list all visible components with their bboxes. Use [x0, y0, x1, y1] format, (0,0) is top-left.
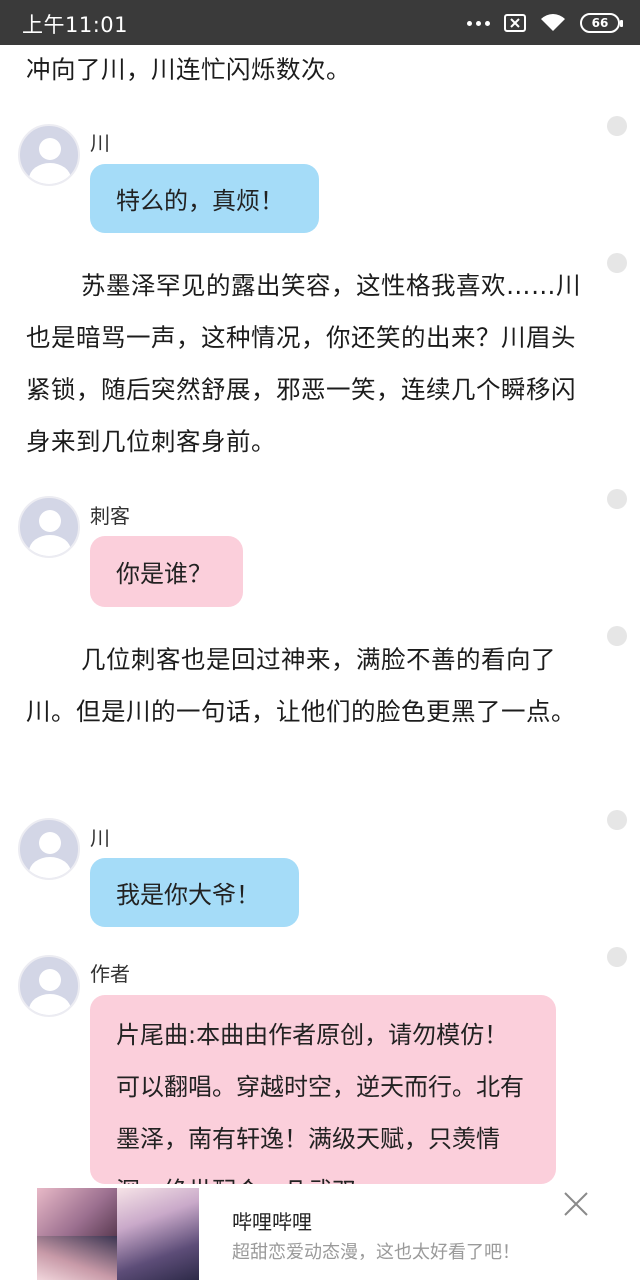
speaker-name: 作者	[90, 962, 130, 986]
chat-bubble[interactable]: 片尾曲:本曲由作者原创，请勿模仿！可以翻唱。穿越时空，逆天而行。北有墨泽，南有轩…	[90, 995, 556, 1184]
narration-paragraph[interactable]: 冲向了川，川连忙闪烁数次。	[26, 44, 596, 96]
default-avatar-icon	[18, 124, 80, 186]
narration-paragraph[interactable]: 几位刺客也是回过神来，满脸不善的看向了川。但是川的一句话，让他们的脸色更黑了一点…	[26, 634, 596, 738]
status-bar: 上午11:01 66	[0, 0, 640, 45]
default-avatar-icon	[18, 955, 80, 1017]
more-dots-icon	[467, 20, 490, 26]
no-sim-icon	[504, 14, 526, 32]
chat-bubble[interactable]: 你是谁？	[90, 536, 243, 607]
chat-bubble[interactable]: 我是你大爷！	[90, 858, 299, 927]
default-avatar-icon	[18, 496, 80, 558]
close-icon[interactable]	[561, 1189, 591, 1219]
ad-banner[interactable]: 哔哩哔哩 超甜恋爱动态漫，这也太好看了吧！	[0, 1184, 640, 1280]
ad-description[interactable]: 超甜恋爱动态漫，这也太好看了吧！	[232, 1238, 520, 1264]
speaker-name: 川	[90, 826, 110, 850]
comment-dot[interactable]	[607, 626, 627, 646]
wifi-icon	[541, 14, 565, 31]
comment-dot[interactable]	[607, 810, 627, 830]
speaker-name: 川	[90, 131, 110, 155]
comment-dot[interactable]	[607, 947, 627, 967]
comment-dot[interactable]	[607, 116, 627, 136]
battery-icon: 66	[580, 13, 623, 33]
ad-title[interactable]: 哔哩哔哩	[232, 1206, 312, 1235]
default-avatar-icon	[18, 818, 80, 880]
speaker-name: 刺客	[90, 504, 130, 528]
narration-paragraph[interactable]: 苏墨泽罕见的露出笑容，这性格我喜欢……川也是暗骂一声，这种情况，你还笑的出来？川…	[26, 260, 596, 468]
comment-dot[interactable]	[607, 253, 627, 273]
battery-level: 66	[591, 16, 609, 30]
status-icons: 66	[467, 10, 623, 36]
comment-dot[interactable]	[607, 489, 627, 509]
status-time: 上午11:01	[22, 13, 129, 37]
chat-bubble[interactable]: 特么的，真烦！	[90, 164, 319, 233]
ad-thumbnail[interactable]	[37, 1188, 199, 1280]
